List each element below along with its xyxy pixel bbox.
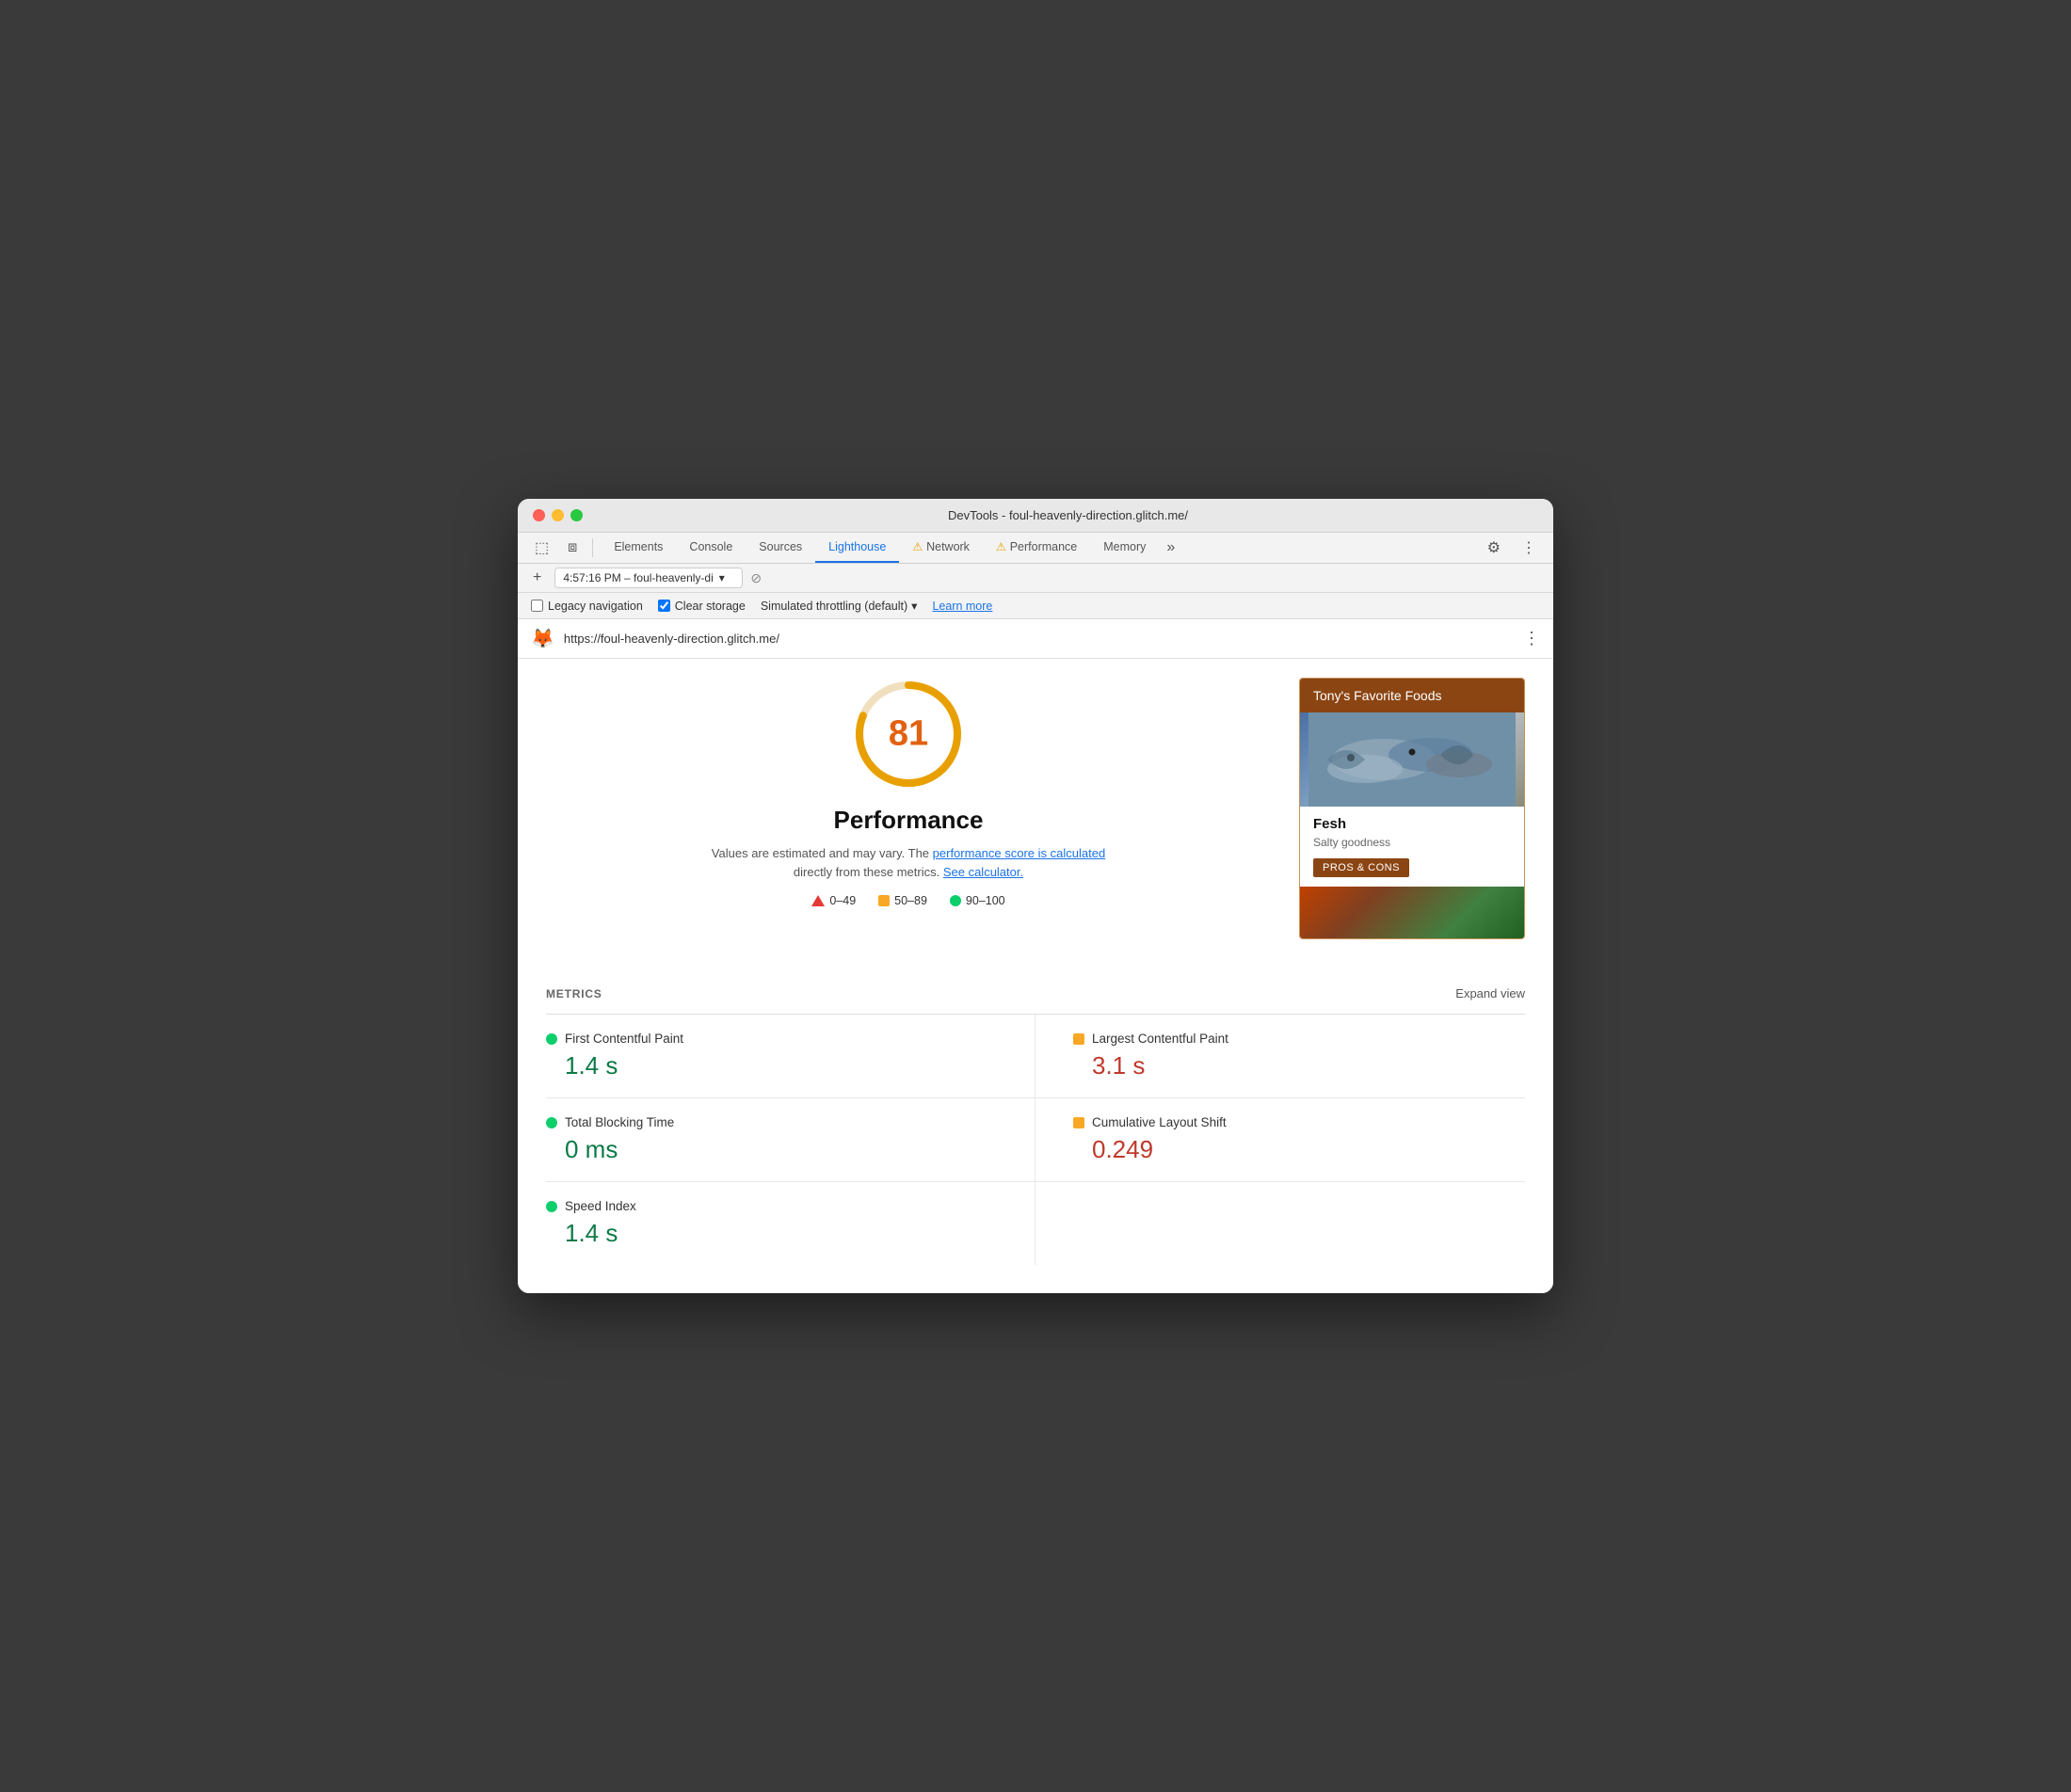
metric-cls: Cumulative Layout Shift 0.249: [1036, 1098, 1525, 1182]
run-audit-button[interactable]: +: [527, 568, 547, 588]
metric-lcp: Largest Contentful Paint 3.1 s: [1036, 1015, 1525, 1098]
urlbar-row: + 4:57:16 PM – foul-heavenly-di ▾ ⊘: [518, 564, 1553, 593]
score-value: 81: [889, 714, 928, 755]
metric-tbt-value: 0 ms: [546, 1135, 997, 1164]
website-preview: Tony's Favorite Foods: [1299, 678, 1525, 939]
metric-si-name: Speed Index: [565, 1199, 636, 1213]
titlebar: DevTools - foul-heavenly-direction.glitc…: [518, 499, 1553, 533]
url-value: 4:57:16 PM – foul-heavenly-di: [563, 571, 713, 584]
more-options-icon[interactable]: ⋮: [1514, 533, 1544, 563]
metric-green-dot: [546, 1117, 557, 1128]
toolbar: ⬚ ⧈ Elements Console Sources Lighthouse …: [518, 533, 1553, 564]
learn-more-link[interactable]: Learn more: [932, 600, 992, 613]
window-title: DevTools - foul-heavenly-direction.glitc…: [598, 508, 1538, 522]
legend-fail: 0–49: [811, 894, 856, 907]
metric-cls-name: Cumulative Layout Shift: [1092, 1115, 1227, 1129]
metric-si: Speed Index 1.4 s: [546, 1182, 1036, 1265]
clear-storage-option[interactable]: Clear storage: [658, 600, 746, 613]
more-tabs-button[interactable]: »: [1159, 534, 1182, 562]
expand-view-button[interactable]: Expand view: [1455, 986, 1525, 1000]
metric-orange-dot: [1073, 1033, 1084, 1045]
metric-tbt-name: Total Blocking Time: [565, 1115, 674, 1129]
preview-body: Fesh Salty goodness PROS & CONS: [1300, 807, 1524, 887]
food-desc: Salty goodness: [1313, 836, 1511, 849]
warning-icon: ⚠: [912, 540, 923, 553]
close-button[interactable]: [533, 509, 545, 521]
metric-green-dot: [546, 1033, 557, 1045]
preview-fish-image: [1300, 712, 1524, 807]
main-content: 81 Performance Values are estimated and …: [518, 659, 1553, 968]
minimize-button[interactable]: [552, 509, 564, 521]
score-description: Values are estimated and may vary. The p…: [711, 844, 1106, 881]
preview-header: Tony's Favorite Foods: [1300, 679, 1524, 712]
legacy-navigation-checkbox[interactable]: [531, 600, 543, 612]
metrics-label: METRICS: [546, 987, 602, 1000]
throttle-select: Simulated throttling (default) ▾: [761, 599, 918, 613]
preview-footer-image: [1300, 887, 1524, 938]
score-circle: 81: [852, 678, 965, 791]
more-actions-icon[interactable]: ⋮: [1523, 629, 1540, 648]
tabs-bar: Elements Console Sources Lighthouse ⚠ Ne…: [601, 533, 1475, 563]
clear-storage-checkbox[interactable]: [658, 600, 670, 612]
score-panel: 81 Performance Values are estimated and …: [546, 678, 1271, 939]
food-name: Fesh: [1313, 816, 1511, 832]
pass-icon: [950, 895, 961, 906]
metric-orange-dot: [1073, 1117, 1084, 1128]
perf-score-link[interactable]: performance score is calculated: [933, 846, 1106, 860]
legend-average: 50–89: [878, 894, 927, 907]
tab-console[interactable]: Console: [676, 533, 746, 563]
metric-cls-value: 0.249: [1073, 1135, 1525, 1164]
metric-fcp: First Contentful Paint 1.4 s: [546, 1015, 1036, 1098]
tab-performance[interactable]: ⚠ Performance: [983, 533, 1090, 563]
pros-cons-button[interactable]: PROS & CONS: [1313, 858, 1409, 877]
legend-pass: 90–100: [950, 894, 1005, 907]
score-title: Performance: [834, 806, 984, 835]
traffic-lights: [533, 509, 583, 521]
tab-lighthouse[interactable]: Lighthouse: [815, 533, 899, 563]
metric-fcp-value: 1.4 s: [546, 1051, 997, 1080]
metrics-grid: First Contentful Paint 1.4 s Largest Con…: [546, 1015, 1525, 1265]
gear-area: ⚙ ⋮: [1480, 533, 1544, 563]
tab-memory[interactable]: Memory: [1090, 533, 1159, 563]
fish-svg: [1300, 712, 1524, 807]
average-icon: [878, 895, 890, 906]
score-section: 81 Performance Values are estimated and …: [546, 678, 1271, 907]
warning-icon: ⚠: [996, 540, 1006, 553]
metrics-section: METRICS Expand view First Contentful Pai…: [518, 968, 1553, 1293]
metric-tbt: Total Blocking Time 0 ms: [546, 1098, 1036, 1182]
current-url: https://foul-heavenly-direction.glitch.m…: [564, 632, 1514, 646]
metric-placeholder: [1036, 1182, 1525, 1265]
lighthouse-logo: 🦊: [531, 627, 554, 650]
metric-lcp-name: Largest Contentful Paint: [1092, 1032, 1228, 1046]
device-toggle-icon[interactable]: ⧈: [560, 534, 585, 562]
preview-card: Tony's Favorite Foods: [1299, 678, 1525, 939]
metrics-header: METRICS Expand view: [546, 968, 1525, 1015]
tab-network[interactable]: ⚠ Network: [899, 533, 983, 563]
fail-icon: [811, 895, 825, 906]
url-display-row: 🦊 https://foul-heavenly-direction.glitch…: [518, 619, 1553, 659]
metric-green-dot: [546, 1201, 557, 1212]
tab-sources[interactable]: Sources: [746, 533, 815, 563]
calculator-link[interactable]: See calculator.: [943, 865, 1023, 879]
metric-fcp-name: First Contentful Paint: [565, 1032, 683, 1046]
tab-elements[interactable]: Elements: [601, 533, 676, 563]
metric-lcp-value: 3.1 s: [1073, 1051, 1525, 1080]
legend: 0–49 50–89 90–100: [811, 894, 1004, 907]
url-combo[interactable]: 4:57:16 PM – foul-heavenly-di ▾: [554, 568, 743, 588]
divider: [592, 538, 593, 557]
no-throttle-icon: ⊘: [750, 570, 762, 586]
devtools-window: DevTools - foul-heavenly-direction.glitc…: [518, 499, 1553, 1293]
options-row: Legacy navigation Clear storage Simulate…: [518, 593, 1553, 619]
metric-si-value: 1.4 s: [546, 1219, 997, 1248]
gear-icon[interactable]: ⚙: [1480, 533, 1508, 563]
legacy-navigation-option[interactable]: Legacy navigation: [531, 600, 643, 613]
inspect-icon[interactable]: ⬚: [527, 533, 556, 563]
maximize-button[interactable]: [570, 509, 583, 521]
